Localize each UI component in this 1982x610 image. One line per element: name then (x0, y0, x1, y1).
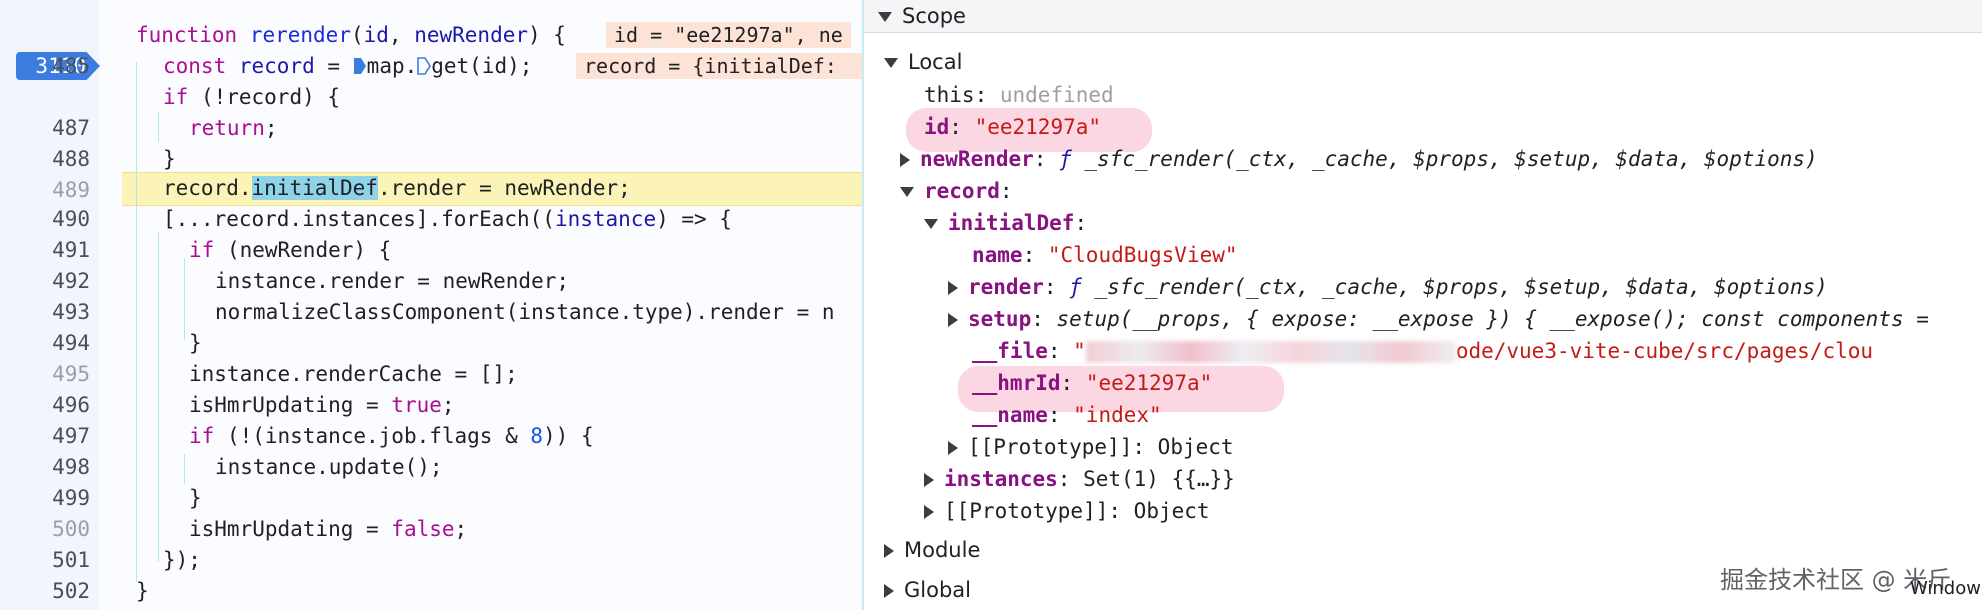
scope-local-toggle[interactable]: Local (884, 46, 962, 78)
scope-module-toggle[interactable]: Module (884, 534, 980, 566)
expand-arrow-icon (884, 584, 894, 598)
code-text: isHmrUpdating = false; (189, 517, 468, 541)
code-text: [...record.instances].forEach((instance)… (163, 207, 732, 231)
code-text: } (189, 331, 202, 355)
code-text: if (newRender) { (189, 238, 392, 262)
code-line: 489 } (0, 144, 862, 202)
expand-arrow-icon[interactable] (900, 187, 914, 197)
scope-var-newrender[interactable]: newRender: ƒ _sfc_render(_ctx, _cache, $… (900, 143, 1818, 175)
expand-arrow-icon[interactable] (924, 473, 934, 487)
scope-prop-setup[interactable]: setup: setup(__props, { expose: __expose… (948, 303, 1929, 335)
scope-var-id[interactable]: id: "ee21297a" (924, 111, 1101, 143)
code-line: 492 if (newRender) { (0, 235, 862, 293)
scope-prop-prototype[interactable]: [[Prototype]]: Object (924, 495, 1210, 527)
expand-arrow-icon (884, 58, 898, 68)
scope-section-toggle[interactable]: Scope (878, 0, 966, 32)
code-line: 497 isHmrUpdating = true; (0, 390, 862, 448)
code-text: if (!record) { (163, 85, 341, 109)
step-marker-icon[interactable] (417, 57, 432, 75)
code-line: 499 instance.update(); (0, 452, 862, 510)
code-line: 494 normalizeClassComponent(instance.typ… (0, 297, 862, 355)
code-text: } (189, 486, 202, 510)
code-text: record.initialDef.render = newRender; (163, 176, 631, 200)
scope-prop-name2[interactable]: __name: "index" (972, 399, 1162, 431)
code-line: 487 if (!record) { (0, 82, 862, 140)
expand-arrow-icon[interactable] (924, 219, 938, 229)
code-text: }); (163, 548, 201, 572)
scope-prop-hmrid[interactable]: __hmrId: "ee21297a" (972, 367, 1212, 399)
code-text: return; (189, 116, 278, 140)
scope-prop-prototype[interactable]: [[Prototype]]: Object (948, 431, 1234, 463)
code-line: 488 return; (0, 113, 862, 171)
code-line: 500 } (0, 483, 862, 541)
code-line: 496 instance.renderCache = []; (0, 359, 862, 417)
scope-prop-name[interactable]: name: "CloudBugsView" (972, 239, 1238, 271)
code-line: 498 if (!(instance.job.flags & 8)) { (0, 421, 862, 479)
inline-value-record: record = {initialDef: (576, 53, 862, 79)
scope-header[interactable] (864, 0, 1982, 33)
expand-arrow-icon[interactable] (924, 505, 934, 519)
scope-panel: Scope Local this: undefined id: "ee21297… (864, 0, 1982, 610)
code-text: function rerender(id, newRender) { (136, 23, 566, 47)
scope-var-record[interactable]: record: (900, 175, 1013, 207)
expand-arrow-icon (878, 12, 892, 22)
code-text: } (136, 579, 149, 603)
scope-prop-initialdef[interactable]: initialDef: (924, 207, 1087, 239)
scope-global-toggle[interactable]: Global (884, 574, 971, 606)
source-editor: 3110 485 function rerender(id, newRender… (0, 0, 862, 610)
code-text: isHmrUpdating = true; (189, 393, 455, 417)
code-text: instance.renderCache = []; (189, 362, 518, 386)
expand-arrow-icon[interactable] (948, 281, 958, 295)
code-text: if (!(instance.job.flags & 8)) { (189, 424, 594, 448)
code-line: 495 } (0, 328, 862, 386)
redacted-path (1085, 341, 1456, 363)
selected-token[interactable]: initialDef (251, 176, 378, 200)
code-line: 493 instance.render = newRender; (0, 266, 862, 324)
expand-arrow-icon (884, 544, 894, 558)
code-text: normalizeClassComponent(instance.type).r… (215, 300, 835, 324)
scope-prop-instances[interactable]: instances: Set(1) {{…}} (924, 463, 1235, 495)
code-text: instance.update(); (215, 455, 443, 479)
scope-prop-file[interactable]: __file: " ode/vue3-vite-cube/src/pages/cl… (972, 335, 1873, 367)
code-line-paused: 490 record.initialDef.render = newRender… (0, 173, 862, 231)
expand-arrow-icon[interactable] (900, 153, 910, 167)
inline-value-id: id = "ee21297a", ne (606, 22, 851, 48)
code-text: } (163, 147, 176, 171)
step-marker-icon[interactable] (353, 57, 367, 75)
expand-arrow-icon[interactable] (948, 441, 958, 455)
scope-var-this[interactable]: this: undefined (924, 79, 1114, 111)
expand-arrow-icon[interactable] (948, 313, 958, 327)
code-text: instance.render = newRender; (215, 269, 570, 293)
scope-prop-render[interactable]: render: ƒ _sfc_render(_ctx, _cache, $pro… (948, 271, 1828, 303)
code-line: 491 [...record.instances].forEach((insta… (0, 204, 862, 262)
code-line: 503 } (0, 576, 862, 607)
global-scope-value: Window (1910, 578, 1981, 599)
code-text: const record = map. get(id); (163, 54, 533, 78)
code-line: 501 isHmrUpdating = false; (0, 514, 862, 572)
code-line: 502 }); (0, 545, 862, 603)
